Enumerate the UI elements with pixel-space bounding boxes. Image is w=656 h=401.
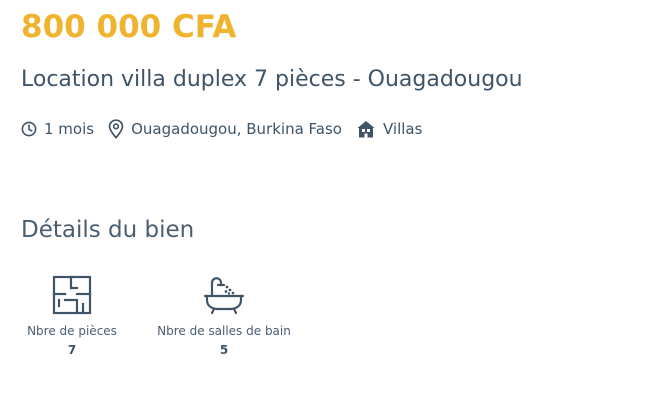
meta-location-text: Ouagadougou, Burkina Faso bbox=[131, 120, 342, 138]
meta-duration-text: 1 mois bbox=[44, 120, 95, 138]
listing-meta: 1 mois Ouagadougou, Burkina Faso Villas bbox=[21, 117, 422, 141]
listing-page: 800 000 CFA Location villa duplex 7 pièc… bbox=[0, 0, 656, 401]
clock-icon bbox=[21, 121, 37, 137]
detail-rooms-label: Nbre de pièces bbox=[27, 324, 117, 338]
meta-duration: 1 mois bbox=[21, 120, 94, 138]
detail-bathrooms: Nbre de salles de bain 5 bbox=[148, 274, 300, 357]
detail-rooms: Nbre de pièces 7 bbox=[21, 274, 123, 357]
bathtub-icon bbox=[202, 274, 246, 320]
detail-rooms-value: 7 bbox=[67, 343, 77, 357]
meta-category: Villas bbox=[356, 119, 422, 139]
detail-bathrooms-label: Nbre de salles de bain bbox=[157, 324, 291, 338]
listing-title: Location villa duplex 7 pièces - Ouagado… bbox=[21, 67, 523, 92]
floor-plan-icon bbox=[51, 274, 93, 320]
detail-bathrooms-value: 5 bbox=[219, 343, 229, 357]
map-pin-icon bbox=[108, 119, 124, 139]
details-heading: Détails du bien bbox=[21, 217, 195, 243]
house-icon bbox=[356, 119, 376, 139]
listing-price: 800 000 CFA bbox=[21, 9, 237, 45]
meta-category-text: Villas bbox=[382, 120, 423, 138]
meta-location: Ouagadougou, Burkina Faso bbox=[108, 119, 342, 139]
